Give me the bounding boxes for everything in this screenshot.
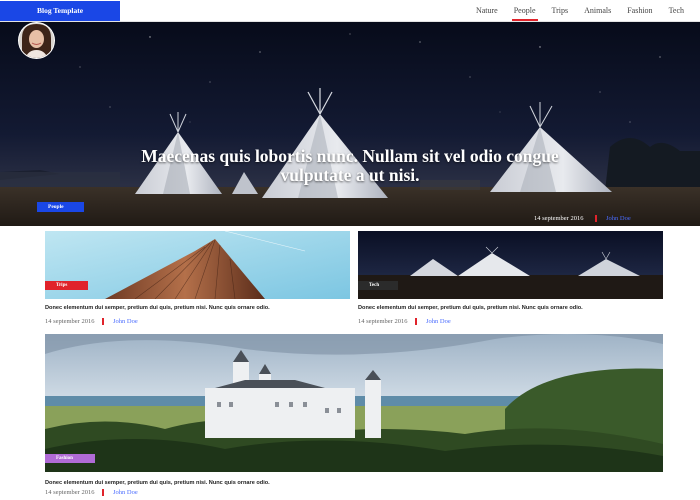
skyscraper-photo bbox=[45, 231, 350, 299]
card-excerpt[interactable]: Donec elementum dui semper, pretium dui … bbox=[45, 480, 270, 486]
meta-divider bbox=[415, 318, 417, 325]
hero-meta: 14 september 2016 John Doe bbox=[534, 215, 631, 222]
teepee-photo bbox=[358, 231, 663, 299]
card-author-link[interactable]: John Doe bbox=[113, 318, 138, 325]
card-excerpt[interactable]: Donec elementum dui semper, pretium dui … bbox=[358, 305, 583, 311]
card-tag-tech[interactable]: Tech bbox=[358, 281, 398, 290]
card-image-skyscraper[interactable] bbox=[45, 231, 350, 299]
nav-item-fashion[interactable]: Fashion bbox=[619, 0, 660, 22]
card-author-link[interactable]: John Doe bbox=[426, 318, 451, 325]
card-tag-trips[interactable]: Trips bbox=[45, 281, 88, 290]
meta-divider bbox=[595, 215, 597, 222]
meta-divider bbox=[102, 489, 104, 496]
card-date: 14 september 2016 bbox=[358, 318, 408, 325]
card-meta: 14 september 2016 John Doe bbox=[45, 318, 138, 325]
nav-item-trips[interactable]: Trips bbox=[544, 0, 577, 22]
card-image-teepees[interactable] bbox=[358, 231, 663, 299]
top-nav-bar: Blog Template Nature People Trips Animal… bbox=[0, 0, 700, 22]
hero-category-tag[interactable]: People bbox=[37, 202, 84, 212]
hero-image-teepee-night bbox=[0, 22, 700, 226]
card-date: 14 september 2016 bbox=[45, 489, 95, 496]
card-author-link[interactable]: John Doe bbox=[113, 489, 138, 496]
hero-title[interactable]: Maecenas quis lobortis nunc. Nullam sit … bbox=[110, 147, 590, 185]
nav-item-people[interactable]: People bbox=[506, 0, 544, 22]
author-avatar[interactable] bbox=[0, 22, 73, 59]
brand-logo[interactable]: Blog Template bbox=[0, 1, 120, 21]
card-excerpt[interactable]: Donec elementum dui semper, pretium dui … bbox=[45, 305, 270, 311]
card-meta: 14 september 2016 John Doe bbox=[45, 489, 138, 496]
nav-item-animals[interactable]: Animals bbox=[576, 0, 619, 22]
nav-item-nature[interactable]: Nature bbox=[468, 0, 506, 22]
hero-section[interactable]: Maecenas quis lobortis nunc. Nullam sit … bbox=[0, 22, 700, 226]
card-image-castle[interactable] bbox=[45, 334, 663, 472]
hero-date: 14 september 2016 bbox=[534, 215, 584, 222]
card-meta: 14 september 2016 John Doe bbox=[358, 318, 451, 325]
card-date: 14 september 2016 bbox=[45, 318, 95, 325]
castle-photo bbox=[45, 334, 663, 472]
meta-divider bbox=[102, 318, 104, 325]
hero-author-link[interactable]: John Doe bbox=[606, 215, 631, 222]
card-tag-fashion[interactable]: Fashion bbox=[45, 454, 95, 463]
nav-item-tech[interactable]: Tech bbox=[661, 0, 692, 22]
main-nav: Nature People Trips Animals Fashion Tech bbox=[468, 0, 692, 22]
